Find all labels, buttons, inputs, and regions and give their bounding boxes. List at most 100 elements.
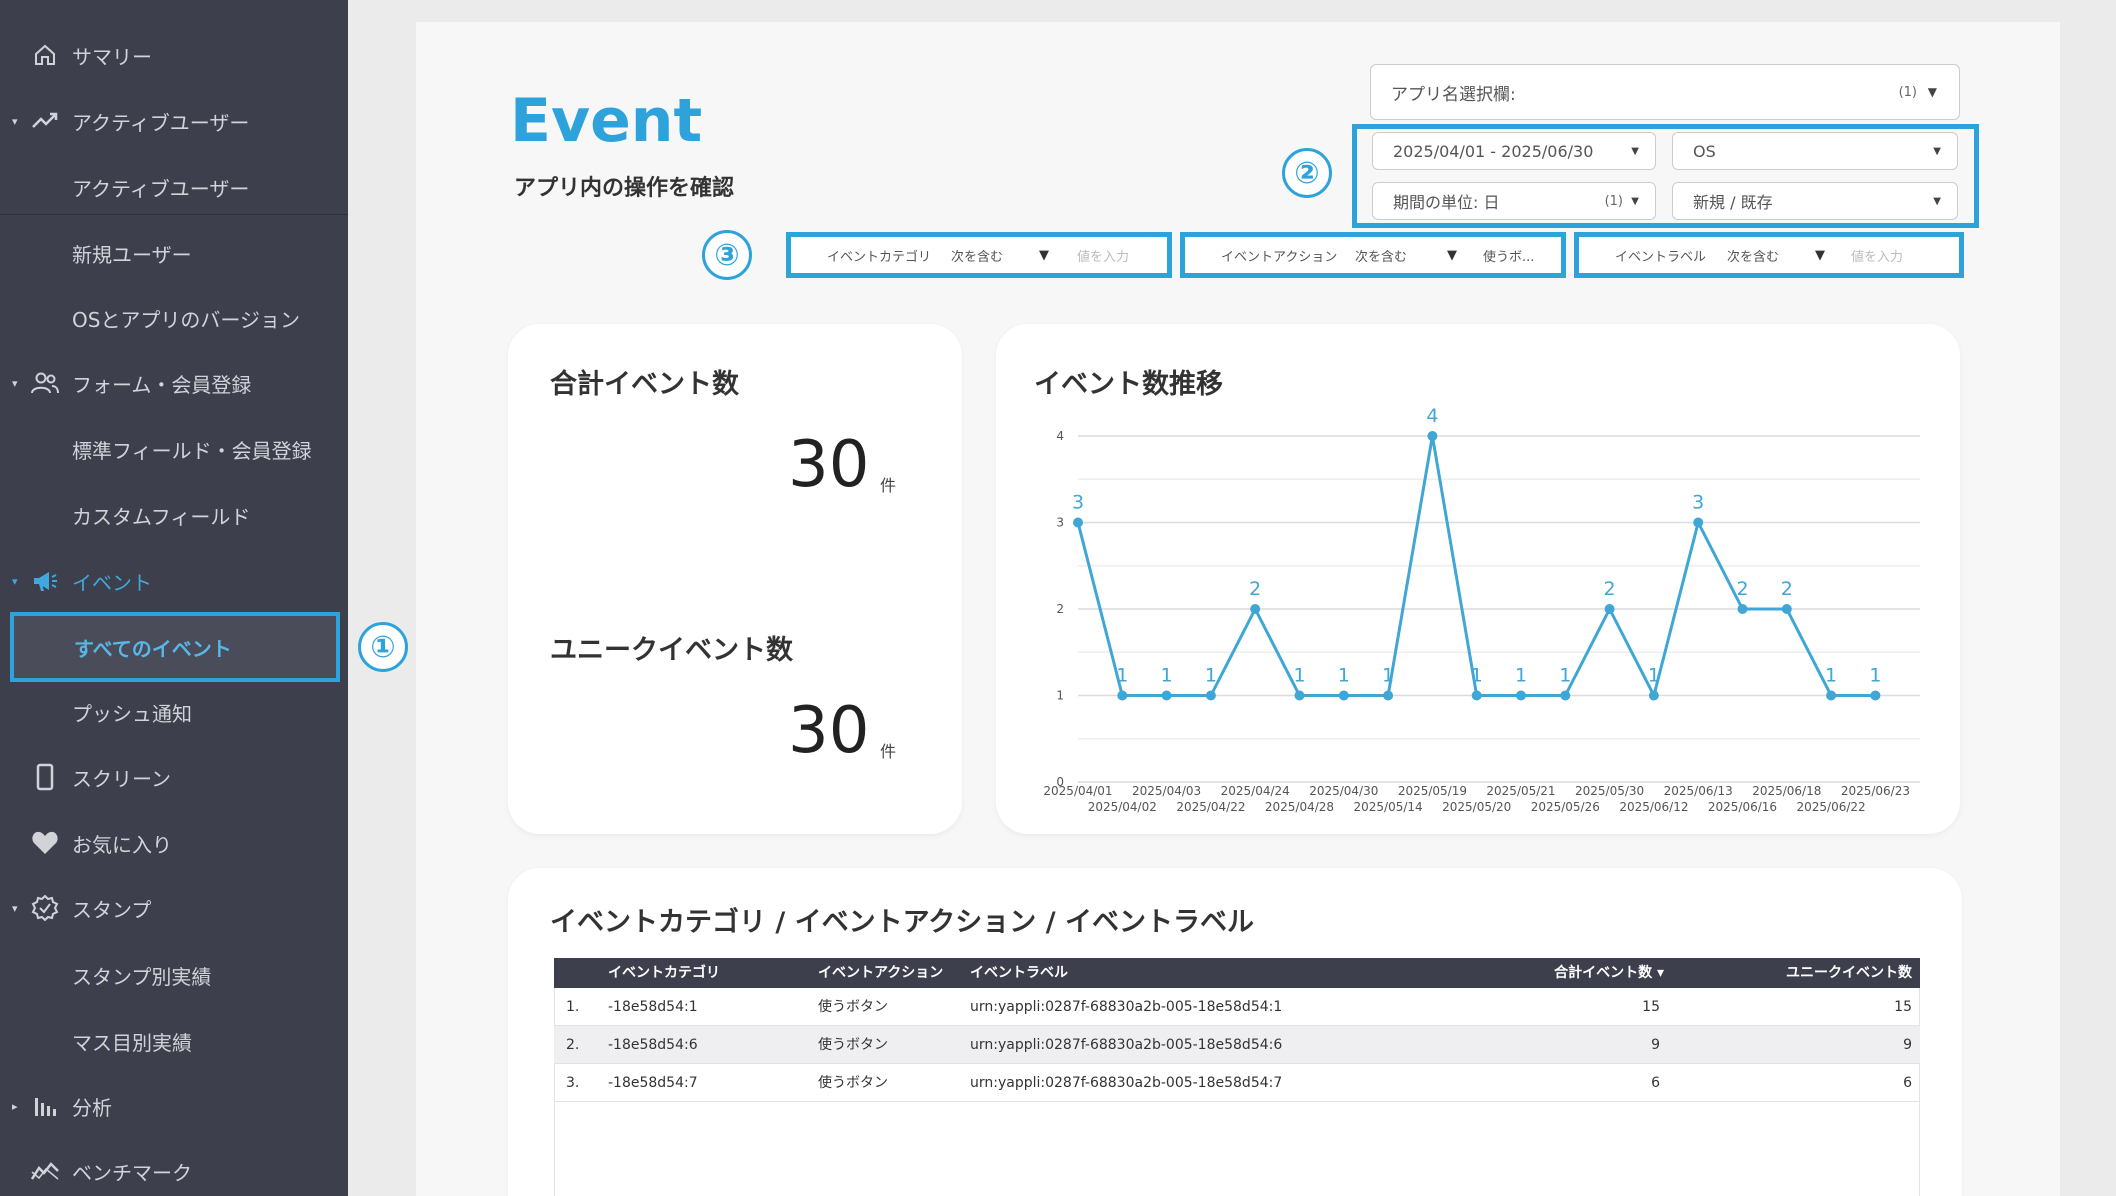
- sidebar-item-summary[interactable]: サマリー: [0, 30, 348, 80]
- sidebar-item-standard-fields[interactable]: 標準フィールド・会員登録: [0, 424, 348, 474]
- filter-event-action[interactable]: イベントアクション 次を含む ▼ 使うボ...: [1180, 232, 1566, 278]
- sidebar-item-label: スタンプ別実績: [72, 964, 212, 989]
- column-header-category[interactable]: イベントカテゴリ: [608, 958, 720, 988]
- sidebar-item-os-app-version[interactable]: OSとアプリのバージョン: [0, 293, 348, 343]
- cell-total: 6: [1651, 1075, 1660, 1091]
- os-select[interactable]: OS ▼: [1672, 132, 1958, 170]
- sidebar-item-stamp-group[interactable]: ▾ スタンプ: [0, 883, 348, 933]
- filter-value-input[interactable]: 値を入力: [1851, 246, 1903, 265]
- chevron-down-icon: ▼: [1933, 195, 1941, 207]
- data-label: 1: [1293, 665, 1305, 687]
- filter-label: イベントカテゴリ: [827, 249, 932, 265]
- annotation-marker-1: ①: [358, 622, 408, 672]
- sidebar-item-label: スタンプ: [72, 897, 152, 922]
- sidebar-item-analysis[interactable]: ▸ 分析: [0, 1081, 348, 1131]
- column-header-action[interactable]: イベントアクション: [818, 958, 943, 988]
- data-label: 1: [1338, 665, 1350, 687]
- data-label: 1: [1161, 665, 1173, 687]
- kpi-card: 合計イベント数 30 件 ユニークイベント数 30 件: [508, 324, 962, 834]
- table-row[interactable]: 1. -18e58d54:1 使うボタン urn:yappli:0287f-68…: [554, 988, 1920, 1026]
- new-existing-value: 新規 / 既存: [1693, 193, 1773, 212]
- data-point: [1737, 604, 1748, 614]
- data-label: 3: [1072, 492, 1084, 514]
- x-tick-label: 2025/05/30: [1575, 784, 1644, 798]
- total-events-title: 合計イベント数: [550, 369, 739, 400]
- x-tick-label: 2025/04/03: [1132, 784, 1201, 798]
- date-range-select[interactable]: 2025/04/01 - 2025/06/30 ▼: [1372, 132, 1656, 170]
- caret-down-icon[interactable]: ▼: [1815, 248, 1825, 263]
- data-label: 1: [1515, 665, 1527, 687]
- sidebar-item-form-group[interactable]: ▾ フォーム・会員登録: [0, 358, 348, 408]
- x-tick-label: 2025/04/22: [1176, 800, 1245, 814]
- row-number: 2.: [566, 1037, 580, 1053]
- data-point: [1560, 690, 1571, 701]
- caret-down-icon[interactable]: ▼: [1447, 248, 1457, 263]
- data-point: [1870, 690, 1881, 701]
- sidebar-item-event-group[interactable]: ▾ イベント: [0, 556, 348, 606]
- column-header-total[interactable]: 合計イベント数 ▾: [1554, 958, 1664, 988]
- table-header: イベントカテゴリ イベントアクション イベントラベル 合計イベント数 ▾ ユニー…: [554, 958, 1920, 988]
- sidebar-item-stamp-results[interactable]: スタンプ別実績: [0, 950, 348, 1000]
- x-tick-label: 2025/06/12: [1619, 800, 1688, 814]
- trend-icon: [30, 106, 60, 136]
- filter-operator: 次を含む: [1727, 249, 1780, 265]
- x-tick-label: 2025/06/22: [1797, 800, 1866, 814]
- data-point: [1516, 690, 1526, 701]
- period-unit-count: (1): [1604, 193, 1623, 209]
- x-tick-label: 2025/05/19: [1398, 784, 1467, 798]
- caret-down-icon[interactable]: ▼: [1039, 248, 1049, 263]
- sidebar-item-label: アクティブユーザー: [72, 176, 250, 201]
- sidebar-item-new-users[interactable]: 新規ユーザー: [0, 228, 348, 278]
- data-label: 4: [1426, 405, 1438, 427]
- sidebar-item-screen[interactable]: スクリーン: [0, 752, 348, 802]
- sidebar-item-benchmark[interactable]: ベンチマーク: [0, 1146, 348, 1196]
- cell-label: urn:yappli:0287f-68830a2b-005-18e58d54:6: [970, 1037, 1283, 1053]
- data-point: [1338, 690, 1349, 701]
- sidebar-item-active-users[interactable]: アクティブユーザー: [0, 162, 348, 212]
- total-events-value: 30: [788, 428, 870, 502]
- filter-event-label[interactable]: イベントラベル 次を含む ▼ 値を入力: [1574, 232, 1964, 278]
- sidebar-item-label: お気に入り: [72, 832, 172, 857]
- cell-category: -18e58d54:1: [608, 999, 698, 1015]
- page-title: Event: [510, 86, 703, 156]
- x-tick-label: 2025/04/28: [1265, 800, 1334, 814]
- sidebar-item-label: すべてのイベント: [74, 636, 232, 661]
- sidebar-item-all-events[interactable]: すべてのイベント: [10, 612, 340, 682]
- x-tick-label: 2025/05/26: [1531, 800, 1600, 814]
- data-point: [1471, 690, 1482, 701]
- x-tick-label: 2025/04/02: [1088, 800, 1157, 814]
- table-row[interactable]: 3. -18e58d54:7 使うボタン urn:yappli:0287f-68…: [554, 1064, 1920, 1102]
- line-chart: 012342025/04/012025/04/022025/04/032025/…: [1043, 405, 1920, 814]
- annotation-marker-3: ③: [702, 230, 752, 280]
- data-label: 2: [1604, 578, 1616, 600]
- sidebar-item-label: 分析: [72, 1095, 112, 1120]
- chevron-down-icon: ▼: [1927, 85, 1937, 99]
- cell-action: 使うボタン: [818, 999, 888, 1015]
- sidebar-item-grid-results[interactable]: マス目別実績: [0, 1016, 348, 1066]
- column-header-label[interactable]: イベントラベル: [970, 958, 1068, 988]
- table-row[interactable]: 2. -18e58d54:6 使うボタン urn:yappli:0287f-68…: [554, 1026, 1920, 1064]
- data-point: [1250, 604, 1261, 614]
- sidebar-item-custom-fields[interactable]: カスタムフィールド: [0, 490, 348, 540]
- filter-value-input[interactable]: 使うボ...: [1483, 246, 1534, 265]
- sidebar-item-push[interactable]: プッシュ通知: [0, 687, 348, 737]
- x-tick-label: 2025/06/18: [1752, 784, 1821, 798]
- app-name-select[interactable]: アプリ名選択欄: (1) ▼: [1370, 64, 1960, 120]
- period-unit-value: 期間の単位: 日: [1393, 193, 1500, 212]
- caret-right-icon: ▸: [12, 1099, 18, 1113]
- filter-value-input[interactable]: 値を入力: [1077, 246, 1129, 265]
- column-header-unique[interactable]: ユニークイベント数: [1786, 958, 1912, 988]
- unique-events-unit: 件: [880, 742, 897, 761]
- filter-event-category[interactable]: イベントカテゴリ 次を含む ▼ 値を入力: [786, 232, 1172, 278]
- period-unit-select[interactable]: 期間の単位: 日 (1) ▼: [1372, 182, 1656, 220]
- divider: [0, 214, 348, 215]
- megaphone-icon: [30, 566, 60, 596]
- page-subtitle: アプリ内の操作を確認: [514, 176, 735, 201]
- y-tick-label: 1: [1056, 689, 1064, 703]
- badge-icon: [30, 893, 60, 923]
- new-existing-select[interactable]: 新規 / 既存 ▼: [1672, 182, 1958, 220]
- sidebar-item-active-users-group[interactable]: ▾ アクティブユーザー: [0, 96, 348, 146]
- caret-down-icon: ▾: [12, 574, 18, 588]
- sidebar-item-favorites[interactable]: お気に入り: [0, 818, 348, 868]
- cell-unique: 15: [1894, 999, 1912, 1015]
